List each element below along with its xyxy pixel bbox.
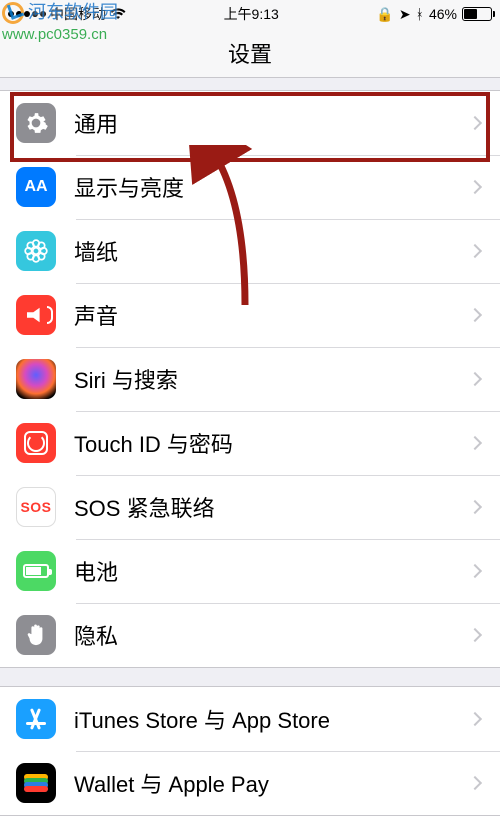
wallpaper-icon [16, 231, 56, 271]
settings-group-2: iTunes Store 与 App Store Wallet 与 Apple … [0, 686, 500, 816]
chevron-right-icon [468, 116, 482, 130]
row-label: Siri 与搜索 [74, 363, 470, 395]
row-label: 墙纸 [74, 235, 470, 267]
chevron-right-icon [468, 500, 482, 514]
row-general[interactable]: 通用 [0, 91, 500, 155]
appstore-icon [16, 699, 56, 739]
battery-icon [462, 7, 492, 21]
signal-icon [8, 11, 46, 17]
status-left: 中国移动 [8, 4, 126, 24]
row-wallet[interactable]: Wallet 与 Apple Pay [0, 751, 500, 815]
chevron-right-icon [468, 712, 482, 726]
row-label: 声音 [74, 299, 470, 331]
row-label: 显示与亮度 [74, 171, 470, 203]
row-battery[interactable]: 电池 [0, 539, 500, 603]
row-label: 电池 [74, 555, 470, 587]
battery-menu-icon [16, 551, 56, 591]
touchid-icon [16, 423, 56, 463]
row-siri[interactable]: Siri 与搜索 [0, 347, 500, 411]
carrier-label: 中国移动 [50, 4, 106, 24]
row-label: 隐私 [74, 619, 470, 651]
status-time: 上午9:13 [224, 4, 279, 24]
row-touchid[interactable]: Touch ID 与密码 [0, 411, 500, 475]
row-appstore[interactable]: iTunes Store 与 App Store [0, 687, 500, 751]
settings-group-1: 通用 AA 显示与亮度 墙纸 声音 Siri 与搜索 Touch ID 与密码 … [0, 90, 500, 668]
page-title: 设置 [0, 28, 500, 78]
row-label: Touch ID 与密码 [74, 427, 470, 459]
row-label: SOS 紧急联络 [74, 491, 470, 523]
privacy-icon [16, 615, 56, 655]
siri-icon [16, 359, 56, 399]
status-right: 🔒 ➤ ᚼ 46% [376, 6, 492, 23]
battery-percent: 46% [429, 6, 457, 22]
row-label: iTunes Store 与 App Store [74, 703, 470, 735]
row-wallpaper[interactable]: 墙纸 [0, 219, 500, 283]
location-icon: ➤ [399, 6, 411, 23]
chevron-right-icon [468, 372, 482, 386]
row-label: Wallet 与 Apple Pay [74, 767, 470, 799]
row-sound[interactable]: 声音 [0, 283, 500, 347]
row-privacy[interactable]: 隐私 [0, 603, 500, 667]
status-bar: 中国移动 上午9:13 🔒 ➤ ᚼ 46% [0, 0, 500, 28]
wifi-icon [110, 8, 126, 20]
gear-icon [16, 103, 56, 143]
orientation-lock-icon: 🔒 [376, 6, 393, 23]
display-icon: AA [16, 167, 56, 207]
chevron-right-icon [468, 628, 482, 642]
chevron-right-icon [468, 776, 482, 790]
sos-icon: SOS [16, 487, 56, 527]
row-display[interactable]: AA 显示与亮度 [0, 155, 500, 219]
sound-icon [16, 295, 56, 335]
chevron-right-icon [468, 436, 482, 450]
chevron-right-icon [468, 180, 482, 194]
bluetooth-icon: ᚼ [416, 6, 424, 22]
row-label: 通用 [74, 107, 470, 139]
chevron-right-icon [468, 308, 482, 322]
row-sos[interactable]: SOS SOS 紧急联络 [0, 475, 500, 539]
wallet-icon [16, 763, 56, 803]
chevron-right-icon [468, 564, 482, 578]
chevron-right-icon [468, 244, 482, 258]
